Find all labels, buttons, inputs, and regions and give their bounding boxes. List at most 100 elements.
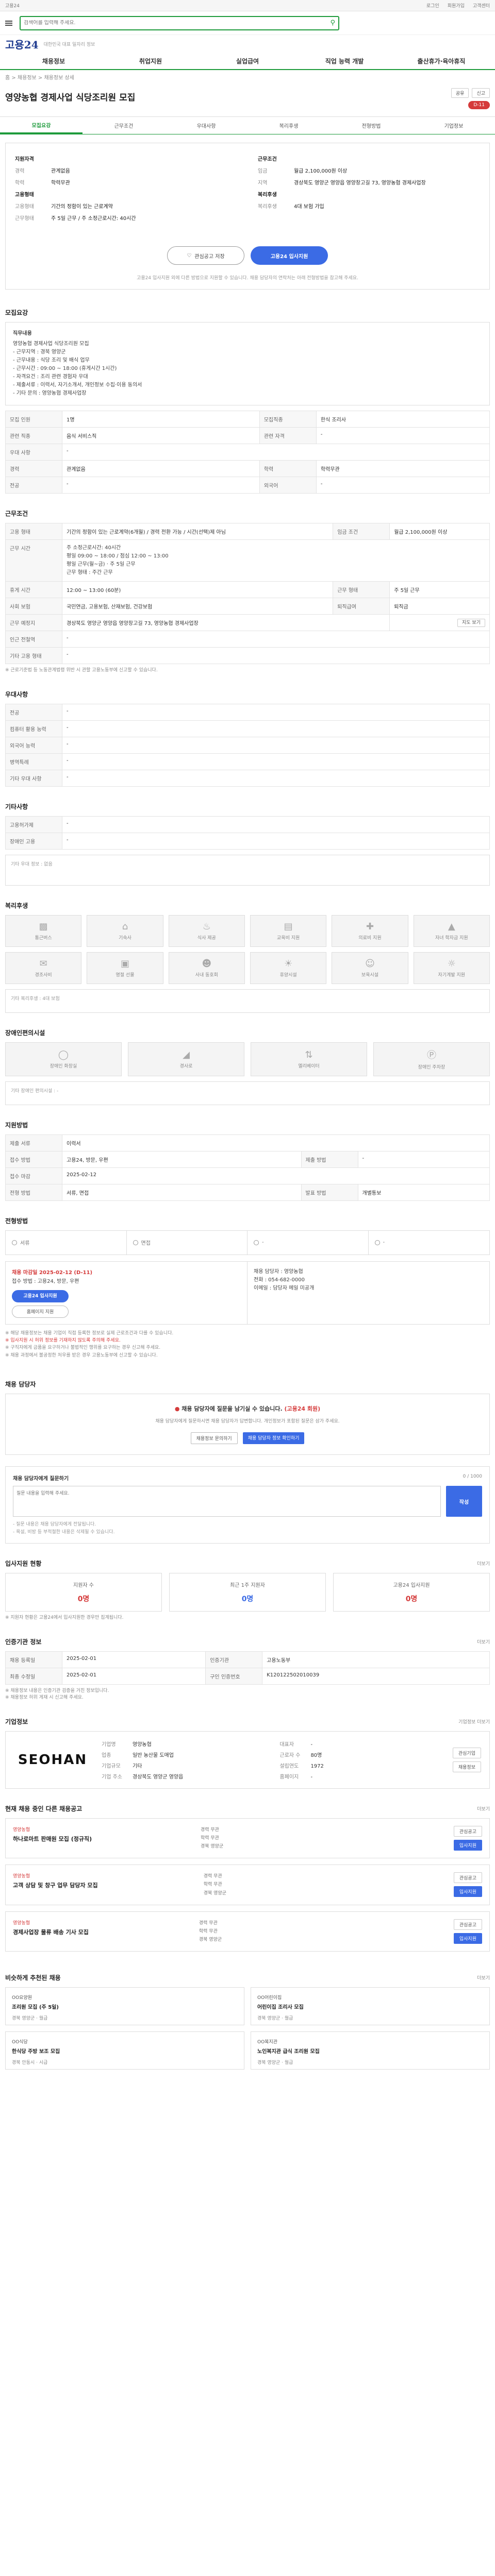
- recommend-title[interactable]: 조리원 모집 (주 5일): [12, 2003, 238, 2010]
- nav-item-unemployment[interactable]: 실업급여: [199, 57, 296, 65]
- tab-welfare[interactable]: 복리후생: [248, 117, 330, 134]
- stats-more-link[interactable]: 더보기: [477, 1560, 490, 1567]
- other-jobs-more-link[interactable]: 더보기: [477, 1805, 490, 1812]
- table-label: 외국어 능력: [5, 736, 62, 754]
- tab-process[interactable]: 전형방법: [330, 117, 412, 134]
- help-link[interactable]: 고객센터: [473, 2, 490, 9]
- company-label: 기업규모: [102, 1763, 121, 1769]
- job-card-apply-button[interactable]: 입사지원: [453, 1933, 482, 1944]
- follow-company-button[interactable]: 관심기업: [452, 1747, 481, 1758]
- table-label: 제출 서류: [5, 1134, 62, 1151]
- inquiry-note: - 욕설, 비방 등 부적절한 내용은 삭제될 수 있습니다.: [13, 1529, 115, 1535]
- recommend-company: OO식당: [12, 2040, 28, 2045]
- menu-icon[interactable]: [5, 20, 12, 26]
- summary-value: 관계없음: [51, 168, 70, 174]
- info-more-link[interactable]: 더보기: [477, 1638, 490, 1645]
- map-button[interactable]: 지도 보기: [457, 619, 485, 627]
- facility-note-box: 기타 장애인 편의시설 : -: [5, 1081, 490, 1105]
- signup-link[interactable]: 회원가입: [448, 2, 465, 9]
- recommend-meta: 경북 영양군 · 월급: [12, 2016, 48, 2022]
- apply-note: 고용24 입사지원 외에 다른 방법으로 지원할 수 있습니다. 채용 담당자의…: [137, 276, 358, 281]
- book-icon: ▤: [284, 921, 293, 932]
- process-step: -: [369, 1231, 490, 1255]
- inquiry-button[interactable]: 채용정보 문의하기: [190, 1432, 238, 1445]
- main-navigation: 채용정보 취업지원 실업급여 직업 능력 개발 출산휴가·육아휴직: [0, 53, 495, 70]
- contact-info-button[interactable]: 채용 담당자 정보 확인하기: [242, 1432, 305, 1445]
- summary-value: 4대 보험 가입: [294, 204, 324, 210]
- share-button[interactable]: 공유: [451, 88, 469, 98]
- save-job-button[interactable]: ♡ 관심공고 저장: [167, 246, 244, 265]
- job-card[interactable]: 영양농협 고객 상담 및 창구 업무 담당자 모집 경력 무관 학력 무관 경북 영양…: [5, 1865, 490, 1905]
- table-label: 인증기관: [205, 1651, 263, 1668]
- job-card-title[interactable]: 고객 상담 및 창구 업무 담당자 모집: [13, 1881, 98, 1889]
- job-card-title[interactable]: 경제사업장 물류 배송 기사 모집: [13, 1928, 89, 1936]
- job-card-save-button[interactable]: 관심공고: [453, 1919, 482, 1930]
- radio-icon: [254, 1240, 259, 1245]
- job-card[interactable]: 영양농협 경제사업장 물류 배송 기사 모집 경력 무관 학력 무관 경북 영양군 관…: [5, 1911, 490, 1952]
- recommend-title[interactable]: 노인복지관 급식 조리원 모집: [257, 2047, 483, 2055]
- info-table: 채용 등록일 2025-02-01 인증기관 고용노동부 최종 수정일 2025-02-…: [5, 1651, 490, 1685]
- summary-qualification-heading: 지원자격: [15, 157, 34, 162]
- table-value: 2025-02-01: [61, 1651, 206, 1668]
- job-card-save-button[interactable]: 관심공고: [453, 1872, 482, 1884]
- qa-box: ● 채용 담당자에 질문을 남기실 수 있습니다. (고용24 회원) 채용 담…: [5, 1394, 490, 1455]
- job-card-apply-button[interactable]: 입사지원: [453, 1886, 482, 1897]
- tab-conditions[interactable]: 근무조건: [82, 117, 165, 134]
- apply-method-right: 채용 담당자 : 영양농협 전화 : 054-682-0000 이메일 : 담당…: [248, 1262, 489, 1324]
- process-step-label: -: [383, 1240, 385, 1245]
- site-logo[interactable]: 고용24: [5, 37, 39, 52]
- company-jobs-button[interactable]: 채용정보: [452, 1761, 481, 1772]
- welfare-tile-label: 보육시설: [361, 972, 379, 978]
- table-label: 근무 시간: [5, 539, 62, 582]
- search-input[interactable]: [24, 20, 327, 26]
- recommend-title[interactable]: 어린이집 조리사 모집: [257, 2003, 483, 2010]
- inquiry-form: 채용 담당자에게 질문하기 0 / 1000 작성 - 질문 내용은 채용 담당자…: [5, 1466, 490, 1544]
- table-label: 접수 방법: [5, 1150, 62, 1168]
- detail-tabs: 모집요강 근무조건 우대사항 복리후생 전형방법 기업정보: [0, 117, 495, 134]
- stat-card: 지원자 수 0명: [5, 1573, 162, 1612]
- welfare-tile-label: 식사 제공: [197, 935, 216, 941]
- inquiry-textarea[interactable]: [13, 1486, 441, 1517]
- contact-line: 이메일 : 담당자 메일 미공개: [254, 1285, 315, 1291]
- nav-item-training[interactable]: 직업 능력 개발: [296, 57, 393, 65]
- facility-tile: Ⓟ 장애인 주차장: [373, 1042, 490, 1076]
- duty-line: - 기타 문의 : 영양농협 경제사업장: [13, 391, 87, 396]
- stat-card: 최근 1주 지원자 0명: [169, 1573, 326, 1612]
- recommend-card[interactable]: OO어린이집 어린이집 조리사 모집 경북 영양군 · 월급: [251, 1987, 490, 2026]
- process-step-label: 서류: [20, 1241, 30, 1246]
- recommend-card[interactable]: OO요양원 조리원 모집 (주 5일) 경북 영양군 · 월급: [5, 1987, 244, 2026]
- recommend-card[interactable]: OO식당 한식당 주방 보조 모집 경북 안동시 · 시급: [5, 2031, 244, 2070]
- inquiry-submit-button[interactable]: 작성: [446, 1486, 482, 1517]
- job-card-save-button[interactable]: 관심공고: [453, 1825, 482, 1837]
- tab-recruit[interactable]: 모집요강: [0, 117, 82, 134]
- login-link[interactable]: 로그인: [426, 2, 439, 9]
- recommend-card[interactable]: OO복지관 노인복지관 급식 조리원 모집 경북 영양군 · 월급: [251, 2031, 490, 2070]
- nav-item-support[interactable]: 취업지원: [102, 57, 199, 65]
- table-value: -: [62, 816, 490, 833]
- facility-tile-label: 장애인 화장실: [50, 1063, 77, 1069]
- table-value: 2025-02-01: [61, 1667, 206, 1685]
- job-card-title[interactable]: 하나로마트 판매원 모집 (정규직): [13, 1835, 92, 1843]
- company-value: -: [310, 1741, 313, 1748]
- homepage-apply-button[interactable]: 홈페이지 지원: [12, 1305, 69, 1318]
- summary-label: 복리후생: [258, 204, 277, 210]
- tab-company[interactable]: 기업정보: [412, 117, 495, 134]
- job-card-apply-button[interactable]: 입사지원: [453, 1839, 482, 1851]
- recommend-more-link[interactable]: 더보기: [477, 1974, 490, 1981]
- radio-icon: [374, 1240, 380, 1245]
- people-icon: ☻: [202, 958, 212, 969]
- job-card[interactable]: 영양농협 하나로마트 판매원 모집 (정규직) 경력 무관 학력 무관 경북 영양군 …: [5, 1818, 490, 1859]
- search-icon[interactable]: ⚲: [330, 19, 335, 27]
- nav-item-leave[interactable]: 출산휴가·육아휴직: [393, 57, 490, 65]
- apply-button[interactable]: 고용24 입사지원: [251, 246, 328, 265]
- tab-preference[interactable]: 우대사항: [165, 117, 248, 134]
- company-value: 경상북도 영양군 영양읍: [133, 1774, 184, 1780]
- nav-item-jobs[interactable]: 채용정보: [5, 57, 102, 65]
- report-button[interactable]: 신고: [472, 88, 490, 98]
- process-apply-button[interactable]: 고용24 입사지원: [12, 1290, 69, 1302]
- recommend-title[interactable]: 한식당 주방 보조 모집: [12, 2047, 238, 2055]
- resort-icon: ☀: [284, 958, 293, 969]
- company-more-link[interactable]: 기업정보 더보기: [458, 1718, 490, 1725]
- work-time-line: 근무 형태 : 주간 근무: [67, 570, 113, 575]
- company-value: 일반 농산물 도매업: [133, 1752, 174, 1758]
